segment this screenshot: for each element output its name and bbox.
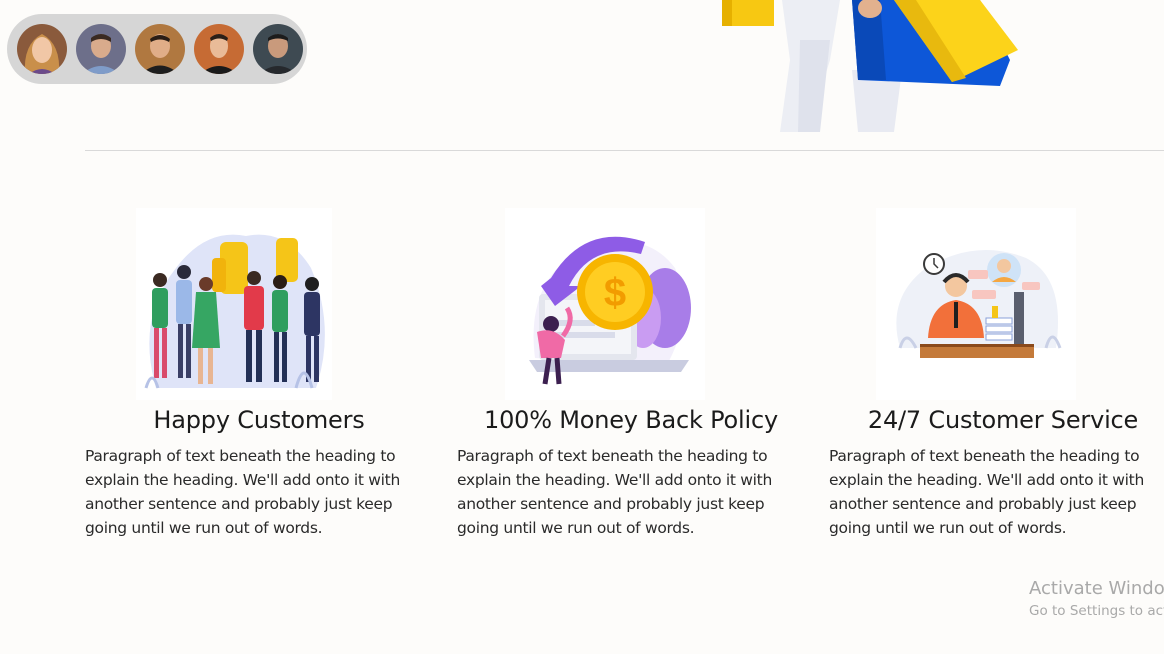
avatar[interactable]	[17, 24, 67, 74]
windows-activation-watermark: Activate Windows Go to Settings to activ…	[1029, 578, 1164, 622]
avatar[interactable]	[76, 24, 126, 74]
avatar-1-photo	[17, 24, 67, 74]
section-divider	[85, 150, 1164, 151]
avatar[interactable]	[194, 24, 244, 74]
avatar-2-photo	[76, 24, 126, 74]
watermark-title: Activate Windows	[1029, 578, 1164, 599]
money-back-illustration: $	[505, 208, 705, 400]
avatar[interactable]	[253, 24, 303, 74]
feature-text: Paragraph of text beneath the heading to…	[457, 447, 772, 537]
feature-text: Paragraph of text beneath the heading to…	[829, 447, 1144, 537]
feature-title: 100% Money Back Policy	[484, 406, 778, 434]
feature-title: Happy Customers	[153, 406, 365, 434]
avatar-group	[7, 14, 307, 84]
avatar[interactable]	[135, 24, 185, 74]
feature-title: 24/7 Customer Service	[867, 406, 1139, 434]
watermark-subtitle: Go to Settings to activate Windows.	[1029, 603, 1164, 619]
cheering-crowd-illustration	[136, 208, 332, 400]
svg-text:$: $	[604, 271, 626, 315]
avatar-3-photo	[135, 24, 185, 74]
feature-text: Paragraph of text beneath the heading to…	[85, 447, 400, 537]
avatar-5-photo	[253, 24, 303, 74]
avatar-4-photo	[194, 24, 244, 74]
customer-service-illustration	[876, 208, 1076, 400]
page: Happy Customers Paragraph of text beneat…	[0, 0, 1164, 654]
hero-shopping-image	[680, 0, 1040, 132]
